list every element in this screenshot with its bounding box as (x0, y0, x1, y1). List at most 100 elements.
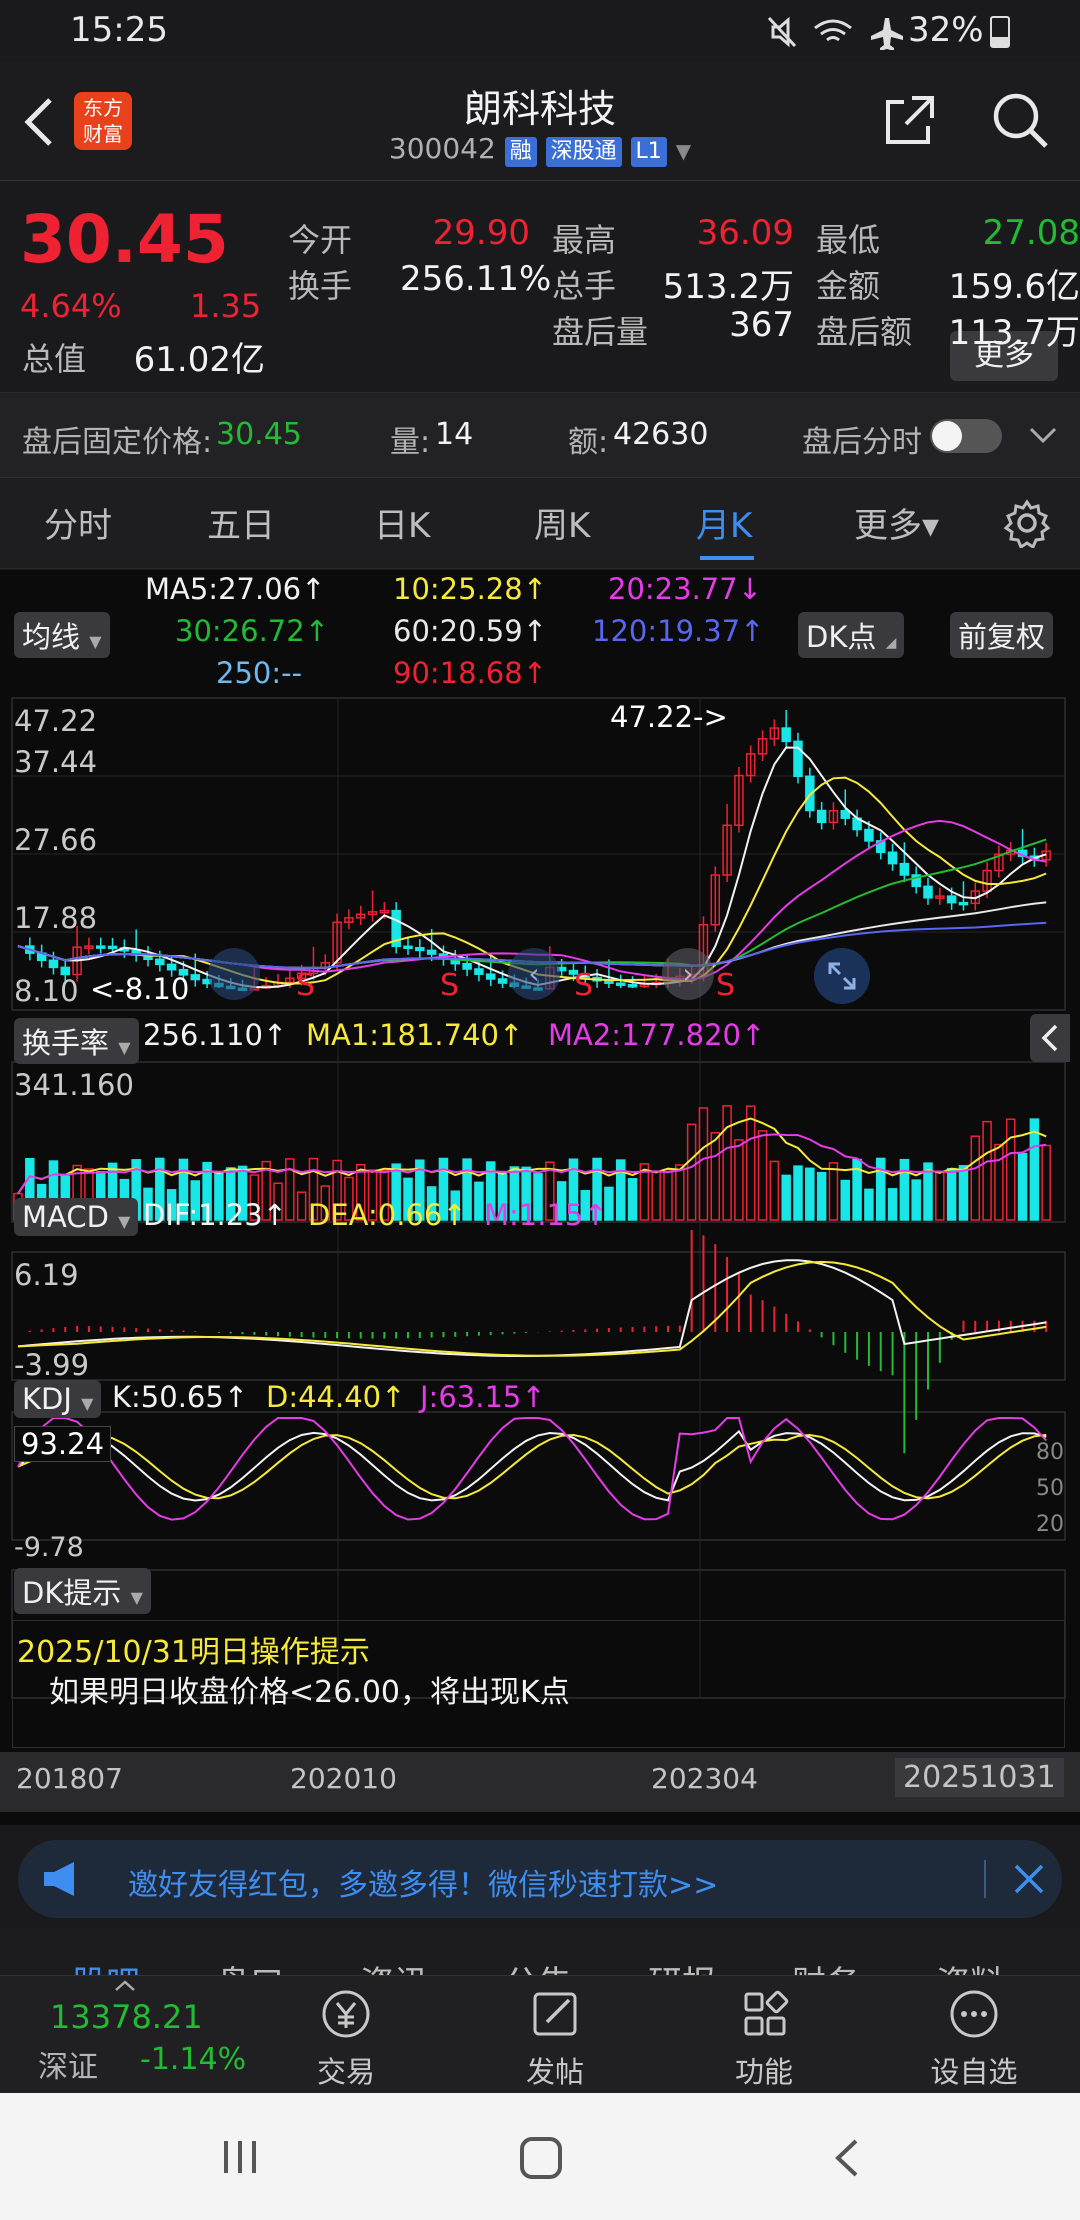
gear-icon[interactable] (1002, 498, 1052, 548)
after-volume-value: 14 (435, 417, 474, 452)
after-amount-label: 额: (568, 425, 609, 460)
after-amount-value: 42630 (613, 417, 709, 452)
home-icon[interactable] (518, 2135, 564, 2181)
x-axis-label-1: 201807 (16, 1762, 123, 1795)
turnover-bar (1029, 1118, 1040, 1221)
turnover-bar (781, 1174, 791, 1221)
index-widget[interactable]: 13378.21 深证 -1.14% (20, 1976, 250, 2094)
kdj-line (17, 1433, 1047, 1500)
candle-body (95, 945, 106, 949)
turnover-bar (745, 1105, 756, 1221)
tab-timeshare[interactable]: 分时 (44, 498, 112, 547)
turnover-bar (935, 1171, 945, 1221)
candle-body (190, 974, 201, 981)
turnover-ma-line (17, 1133, 1047, 1195)
turnover-bar (864, 1188, 874, 1221)
turnover-bar (686, 1123, 697, 1221)
chevron-left-icon (1041, 1024, 1058, 1052)
chevron-down-icon[interactable] (1028, 423, 1058, 447)
scroll-right-button[interactable]: › (662, 948, 714, 1000)
timeshare-toggle[interactable] (930, 419, 1002, 453)
candle-body (166, 963, 177, 971)
kdj-j: J:63.15↑ (420, 1380, 546, 1414)
battery-icon (990, 16, 1010, 48)
quote-after-amount-value: 113.7万 (948, 313, 1080, 353)
scroll-left-button[interactable]: ‹ (508, 948, 560, 1000)
turnover-bar (970, 1135, 981, 1221)
fullscreen-button[interactable] (814, 948, 870, 1004)
banner-divider (984, 1860, 986, 1898)
caret-up-icon (115, 1980, 135, 1991)
signal-s-1: S (296, 968, 316, 1003)
index-name: 深证 (38, 2050, 98, 2085)
signal-s-2: S (440, 968, 460, 1003)
fixed-price-label: 盘后固定价格: (22, 425, 213, 460)
share-icon[interactable] (882, 92, 938, 148)
kdj-selector-button[interactable]: KDJ ▼ (14, 1380, 102, 1418)
kdj-y-top: 93.24 (14, 1426, 112, 1462)
shenzhen-connect-tag: 深股通 (545, 137, 622, 167)
dropdown-icon: ▼ (675, 139, 692, 163)
signal-s-3: S (574, 968, 594, 1003)
tab-five-day[interactable]: 五日 (207, 498, 275, 547)
trade-label: 交易 (316, 2055, 375, 2089)
kdj-lines (17, 1417, 1047, 1521)
tab-monthly-k[interactable]: 月K (696, 498, 752, 547)
candle-body (155, 958, 165, 966)
kline-y-label-2: 37.44 (14, 745, 98, 779)
quote-low-label: 最低 (816, 221, 881, 259)
invite-banner[interactable]: 邀好友得红包，多邀多得！微信秒速打款>> (18, 1840, 1062, 1918)
tab-daily-k[interactable]: 日K (374, 498, 430, 547)
candle-body (887, 851, 898, 865)
x-axis-label-current: 20251031 (895, 1758, 1064, 1797)
index-change: -1.14% (140, 2042, 247, 2077)
kline-high-marker: 47.22-> (610, 700, 728, 734)
post-button[interactable]: 发帖 (495, 1986, 615, 2091)
tab-weekly-k[interactable]: 周K (534, 498, 590, 547)
recent-apps-icon[interactable] (218, 2135, 262, 2179)
candle-body (627, 983, 638, 988)
turnover-bar (651, 1170, 661, 1221)
quote-volume-label: 总手 (552, 267, 617, 305)
kline-low-marker: <-8.10 (90, 972, 190, 1006)
market-cap-label: 总值 (22, 340, 87, 378)
quote-amount-value: 159.6亿 (948, 267, 1080, 307)
turnover-ma-line (17, 1117, 1047, 1195)
macd-dif: DIF:1.23↑ (143, 1198, 287, 1232)
turnover-selector-button[interactable]: 换手率 ▼ (14, 1018, 139, 1064)
dk-tip-title: 2025/10/31明日操作提示 (17, 1635, 370, 1670)
kdj-line (17, 1429, 1047, 1502)
candle-body (899, 862, 910, 876)
candle-body (840, 810, 851, 819)
kdj-level-20: 20 (1036, 1512, 1064, 1537)
back-nav-icon[interactable] (830, 2135, 864, 2181)
turnover-bar (887, 1188, 898, 1221)
candle-body (474, 968, 484, 975)
turnover-bar (1005, 1118, 1016, 1221)
close-icon[interactable] (1012, 1862, 1046, 1896)
tab-more[interactable]: 更多▾ (854, 498, 939, 547)
turnover-bar (722, 1105, 732, 1221)
zoom-out-button[interactable] (208, 948, 260, 1000)
fixed-price-value: 30.45 (216, 417, 302, 452)
add-watchlist-button[interactable]: 设自选 (914, 1986, 1034, 2091)
turnover-bar (615, 1159, 626, 1221)
functions-button[interactable]: 功能 (704, 1986, 824, 2091)
grid-icon (744, 1990, 789, 2036)
quote-amount-label: 金额 (816, 267, 881, 305)
turnover-bar (793, 1165, 803, 1221)
kline-y-label-5: 8.10 (14, 974, 79, 1008)
candle-body (403, 945, 413, 950)
macd-selector-button[interactable]: MACD ▼ (14, 1198, 139, 1236)
search-icon[interactable] (990, 90, 1050, 150)
battery-percent: 32% (908, 10, 984, 50)
trade-button[interactable]: 交易 (286, 1986, 406, 2091)
turnover-selector-label: 换手率 (22, 1026, 110, 1060)
candle-body (923, 885, 933, 899)
candle-body (415, 946, 425, 952)
collapse-panel-button[interactable] (1030, 1014, 1070, 1062)
airplane-icon (871, 18, 903, 50)
dk-tip-selector-button[interactable]: DK提示 ▼ (14, 1568, 151, 1614)
quote-high-label: 最高 (552, 221, 617, 259)
period-tabs: 分时 五日 日K 周K 月K 更多▾ (0, 478, 1080, 569)
